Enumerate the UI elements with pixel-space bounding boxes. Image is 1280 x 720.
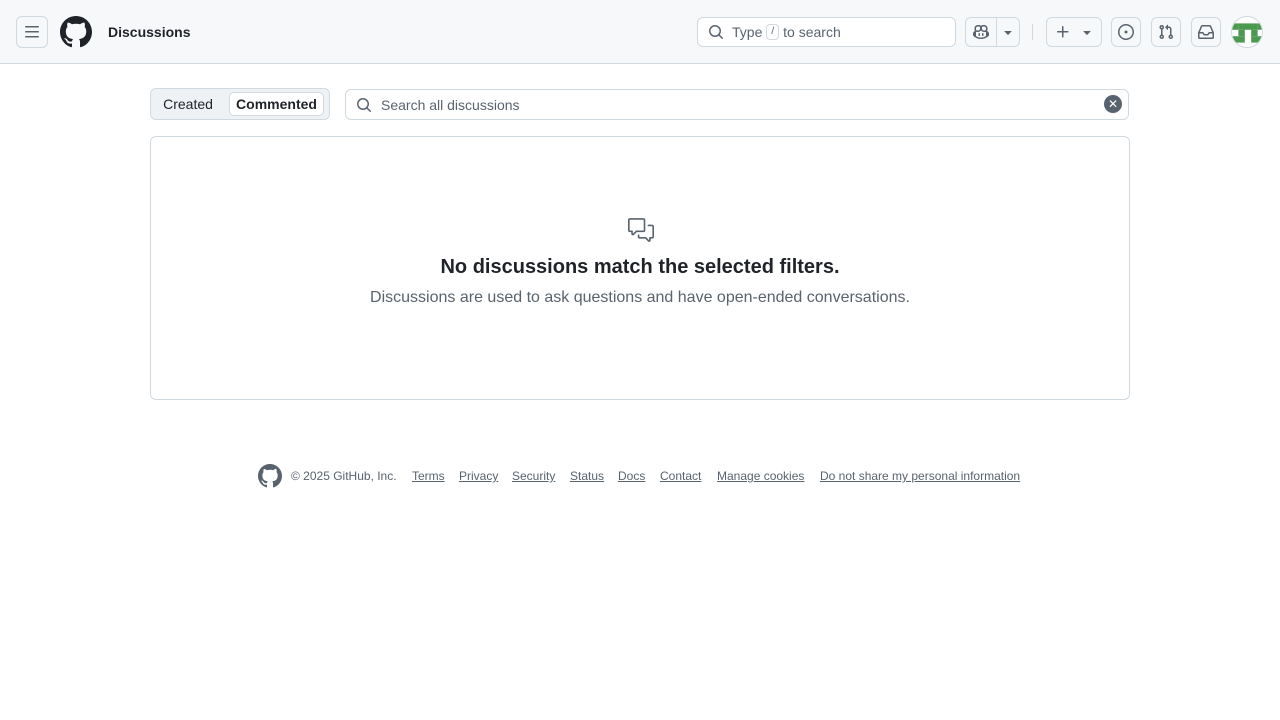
footer-link-docs[interactable]: Docs bbox=[618, 469, 645, 483]
github-mark-icon bbox=[258, 464, 282, 488]
copilot-button[interactable] bbox=[965, 17, 997, 47]
footer-link-privacy[interactable]: Privacy bbox=[459, 469, 498, 483]
issues-button[interactable] bbox=[1111, 17, 1141, 47]
footer-link-contact[interactable]: Contact bbox=[660, 469, 701, 483]
comment-discussion-icon bbox=[628, 217, 654, 243]
search-hint-after: to search bbox=[783, 24, 841, 40]
inbox-icon bbox=[1198, 25, 1214, 39]
triangle-down-icon bbox=[1083, 31, 1091, 35]
git-pull-request-icon bbox=[1159, 24, 1174, 40]
footer-link-security[interactable]: Security bbox=[512, 469, 555, 483]
empty-state-title: No discussions match the selected filter… bbox=[440, 256, 840, 278]
discussion-filter-tabs: Created Commented bbox=[150, 88, 330, 120]
create-new-button[interactable] bbox=[1046, 17, 1102, 47]
identicon-icon bbox=[1232, 23, 1262, 43]
empty-state-description: Discussions are used to ask questions an… bbox=[370, 289, 910, 306]
github-home-link[interactable] bbox=[59, 16, 92, 48]
footer-github-logo[interactable] bbox=[258, 464, 282, 488]
site-footer: © 2025 GitHub, Inc. Terms Privacy Securi… bbox=[258, 464, 1038, 488]
search-shortcut-key: / bbox=[766, 24, 780, 40]
app-header: Discussions Type / to search bbox=[0, 0, 1280, 64]
triangle-down-icon bbox=[1004, 31, 1012, 35]
search-icon bbox=[357, 97, 371, 112]
menu-button[interactable] bbox=[16, 16, 48, 48]
inbox-button[interactable] bbox=[1191, 17, 1221, 47]
footer-copyright: © 2025 GitHub, Inc. bbox=[291, 469, 397, 483]
plus-icon bbox=[1057, 26, 1069, 38]
header-divider bbox=[1032, 24, 1033, 40]
footer-link-manage-cookies[interactable]: Manage cookies bbox=[717, 469, 804, 483]
footer-link-do-not-share[interactable]: Do not share my personal information bbox=[820, 469, 1020, 483]
user-avatar[interactable] bbox=[1231, 16, 1263, 48]
global-search-input[interactable]: Type / to search bbox=[697, 17, 956, 47]
x-circle-icon: ✕ bbox=[1107, 97, 1119, 111]
pull-requests-button[interactable] bbox=[1151, 17, 1181, 47]
search-placeholder: Search all discussions bbox=[381, 96, 520, 113]
hamburger-icon bbox=[25, 26, 39, 38]
tab-commented[interactable]: Commented bbox=[229, 92, 324, 116]
clear-search-button[interactable]: ✕ bbox=[1104, 95, 1122, 113]
discussions-search-input[interactable]: Search all discussions bbox=[345, 89, 1129, 120]
issue-opened-icon bbox=[1118, 24, 1134, 40]
github-mark-icon bbox=[59, 16, 92, 48]
empty-state: No discussions match the selected filter… bbox=[150, 136, 1130, 400]
tab-created[interactable]: Created bbox=[155, 92, 221, 116]
search-icon bbox=[709, 25, 723, 39]
copilot-dropdown-button[interactable] bbox=[996, 17, 1020, 47]
footer-link-terms[interactable]: Terms bbox=[412, 469, 445, 483]
footer-link-status[interactable]: Status bbox=[570, 469, 604, 483]
search-hint-before: Type bbox=[732, 24, 763, 40]
copilot-icon bbox=[973, 24, 989, 40]
context-label[interactable]: Discussions bbox=[108, 24, 190, 40]
